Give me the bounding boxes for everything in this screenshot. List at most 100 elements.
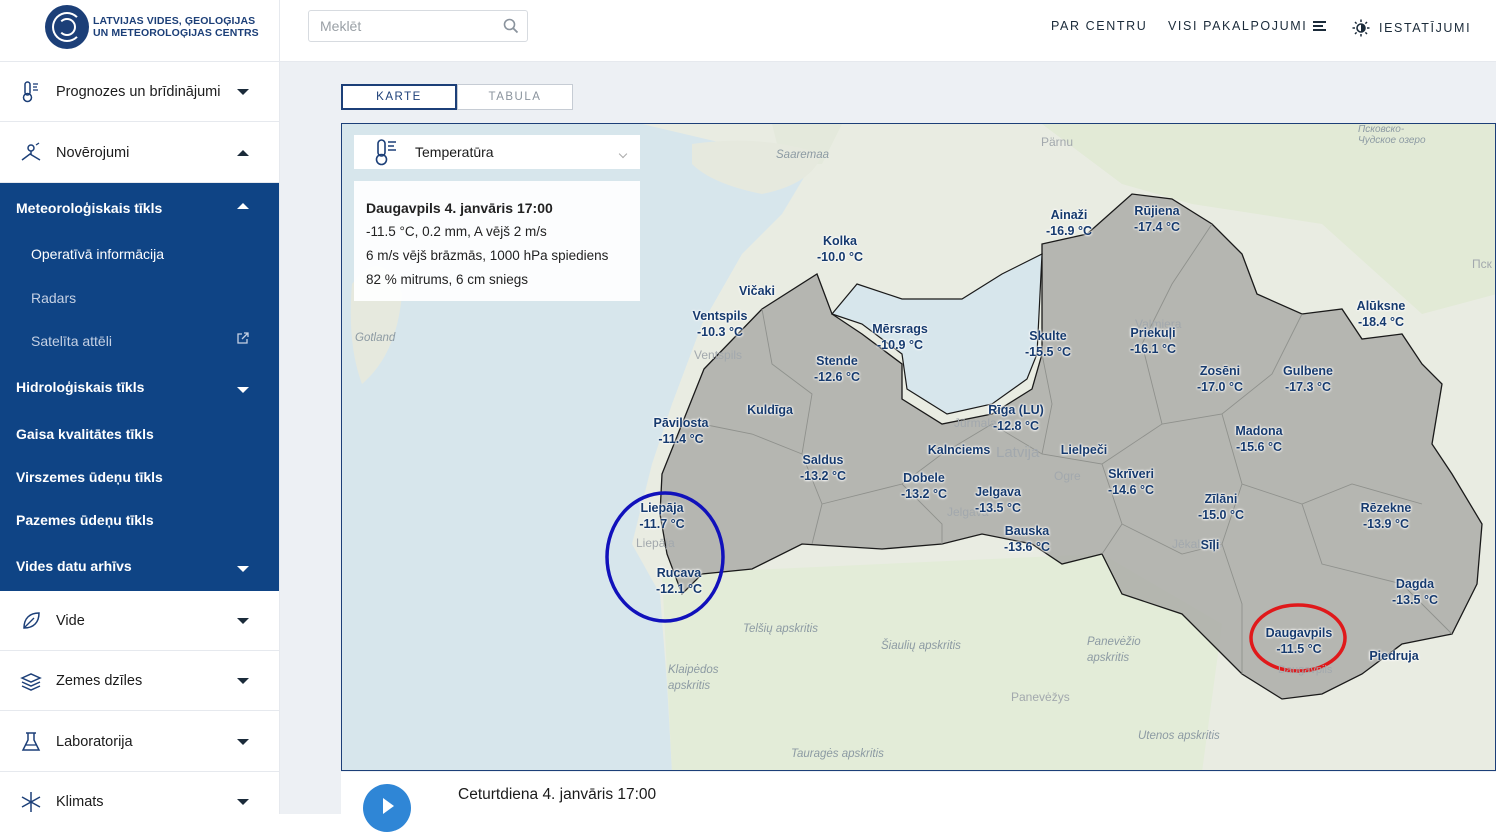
place-label-daugavpils: Daugavpils xyxy=(1278,664,1333,676)
search-icon[interactable] xyxy=(503,18,519,34)
sidebar-item-hydro-network[interactable]: Hidroloģiskais tīkls xyxy=(16,379,144,395)
sidebar-item-groundwater[interactable]: Pazemes ūdeņu tīkls xyxy=(16,512,154,528)
sidebar-item-archive[interactable]: Vides datu arhīvs xyxy=(16,558,132,574)
external-link-icon xyxy=(237,332,249,344)
chevron-down-icon[interactable] xyxy=(237,566,249,572)
station-jelgava[interactable]: Jelgava -13.5 °C xyxy=(975,484,1021,516)
logo-line-1: LATVIJAS VIDES, ĢEOLOĢIJAS xyxy=(93,15,256,27)
logo[interactable]: LATVIJAS VIDES, ĢEOLOĢIJAS UN METEOROLOĢ… xyxy=(45,5,293,49)
chevron-down-icon[interactable] xyxy=(237,617,249,624)
tab-table[interactable]: TABULA xyxy=(457,84,573,110)
station-gulbene[interactable]: Gulbene -17.3 °C xyxy=(1283,363,1333,395)
nav-services[interactable]: VISI PAKALPOJUMI xyxy=(1168,19,1327,33)
station-kolka[interactable]: Kolka -10.0 °C xyxy=(817,233,863,265)
place-label-siauliu: Šiaulių apskritis xyxy=(881,640,961,652)
timeline-label: Ceturtdiena 4. janvāris 17:00 xyxy=(458,786,657,803)
parameter-select[interactable]: Temperatūra xyxy=(354,135,640,169)
snowflake-icon xyxy=(21,792,41,812)
view-tabs: KARTE TABULA xyxy=(341,84,573,110)
sidebar-label-environment: Vide xyxy=(56,612,85,629)
sidebar-item-climate[interactable]: Klimats xyxy=(0,772,279,832)
weather-map[interactable]: Saaremaa Pärnu Псковско-Чудское озеро Go… xyxy=(341,123,1496,771)
chevron-up-icon[interactable] xyxy=(237,149,249,156)
sidebar-item-air-quality[interactable]: Gaisa kvalitātes tīkls xyxy=(16,426,154,442)
station-aluksne[interactable]: Alūksne -18.4 °C xyxy=(1357,298,1406,330)
station-piedruja[interactable]: Piedruja xyxy=(1369,648,1418,664)
place-label-ventspils: Ventspils xyxy=(694,348,743,362)
header: LATVIJAS VIDES, ĢEOLOĢIJAS UN METEOROLOĢ… xyxy=(0,0,1496,62)
chevron-down-icon[interactable] xyxy=(237,88,249,95)
thermometer-icon xyxy=(375,139,396,166)
sidebar-item-subsoil[interactable]: Zemes dzīles xyxy=(0,651,279,711)
play-button[interactable] xyxy=(363,784,411,832)
station-ventspils[interactable]: Ventspils -10.3 °C xyxy=(693,308,748,340)
sidebar-label-climate: Klimats xyxy=(56,794,104,810)
station-dobele[interactable]: Dobele -13.2 °C xyxy=(901,470,947,502)
sidebar-item-environment[interactable]: Vide xyxy=(0,591,279,651)
place-label-telsiu: Telšių apskritis xyxy=(743,623,818,635)
station-mersrags[interactable]: Mērsrags -10.9 °C xyxy=(872,321,928,353)
header-divider xyxy=(279,0,280,62)
chevron-down-icon[interactable] xyxy=(237,387,249,393)
chevron-down-icon[interactable] xyxy=(237,738,249,745)
station-rezekne[interactable]: Rēzekne -13.9 °C xyxy=(1361,500,1412,532)
station-lielpeci[interactable]: Lielpeči xyxy=(1061,442,1108,458)
station-zilani[interactable]: Zīlāni -15.0 °C xyxy=(1198,491,1244,523)
main-content: KARTE TABULA Saaremaa Pärnu Псковско-Чуд… xyxy=(280,62,1496,832)
sidebar-item-satellite[interactable]: Satelīta attēli xyxy=(31,333,112,349)
station-kalnciems[interactable]: Kalnciems xyxy=(928,442,991,458)
station-madona[interactable]: Madona -15.6 °C xyxy=(1235,423,1282,455)
leaf-icon xyxy=(23,611,40,629)
station-rujiena[interactable]: Rūjiena -17.4 °C xyxy=(1134,203,1180,235)
parameter-label: Temperatūra xyxy=(415,144,494,160)
place-label-ogre: Ogre xyxy=(1054,469,1081,483)
station-stende[interactable]: Stende -12.6 °C xyxy=(814,353,860,385)
station-zoseni[interactable]: Zosēni -17.0 °C xyxy=(1197,363,1243,395)
station-skulte[interactable]: Skulte -15.5 °C xyxy=(1025,328,1071,360)
chevron-up-icon[interactable] xyxy=(237,203,249,209)
nav-settings[interactable]: IESTATĪJUMI xyxy=(1352,19,1471,37)
tab-map[interactable]: KARTE xyxy=(341,84,457,110)
observation-icon xyxy=(21,141,41,161)
search-box[interactable] xyxy=(308,10,528,42)
station-saldus[interactable]: Saldus -13.2 °C xyxy=(800,452,846,484)
logo-line-2: UN METEOROLOĢIJAS CENTRS xyxy=(93,27,259,39)
station-priekuli[interactable]: Priekuļi -16.1 °C xyxy=(1130,325,1176,357)
station-pavilosta[interactable]: Pāvilosta -11.4 °C xyxy=(654,415,709,447)
chevron-down-icon[interactable] xyxy=(237,677,249,684)
sidebar-item-forecasts[interactable]: Prognozes un brīdinājumi xyxy=(0,62,279,122)
logo-text: LATVIJAS VIDES, ĢEOLOĢIJAS UN METEOROLOĢ… xyxy=(93,15,293,39)
station-liepaja[interactable]: Liepāja -11.7 °C xyxy=(639,500,684,532)
sidebar-label-subsoil: Zemes dzīles xyxy=(56,672,143,689)
station-ainazi[interactable]: Ainaži -16.9 °C xyxy=(1046,207,1092,239)
station-sili[interactable]: Sīļi xyxy=(1201,537,1220,553)
place-label-liepaja: Liepāja xyxy=(636,536,675,550)
place-label-panevezys: Panevėžys xyxy=(1011,690,1070,704)
station-vicaki[interactable]: Vičaki xyxy=(739,283,775,299)
place-label-klaipedos: Klaipėdos apskritis xyxy=(668,664,719,692)
station-kuldiga[interactable]: Kuldīga xyxy=(747,402,793,418)
layers-icon xyxy=(20,672,42,691)
sidebar: Prognozes un brīdinājumi Novērojumi Mete… xyxy=(0,62,280,814)
sidebar-label-observations: Novērojumi xyxy=(56,144,130,161)
sidebar-item-surface-water[interactable]: Virszemes ūdeņu tīkls xyxy=(16,469,163,485)
station-riga[interactable]: Rīga (LU) -12.8 °C xyxy=(988,402,1044,434)
sidebar-item-observations[interactable]: Novērojumi xyxy=(0,123,279,183)
sidebar-item-radars[interactable]: Radars xyxy=(31,290,76,306)
station-rucava[interactable]: Rucava -12.1 °C xyxy=(656,565,702,597)
station-daugavpils[interactable]: Daugavpils -11.5 °C xyxy=(1266,625,1333,657)
nav-about[interactable]: PAR CENTRU xyxy=(1051,19,1147,33)
station-info-box: Daugavpils 4. janvāris 17:00 -11.5 °C, 0… xyxy=(354,181,640,301)
search-input[interactable] xyxy=(320,11,500,41)
sidebar-item-laboratory[interactable]: Laboratorija xyxy=(0,712,279,772)
sidebar-label-laboratory: Laboratorija xyxy=(56,733,133,750)
place-label-panevezio: Panevėžio apskritis xyxy=(1087,636,1141,664)
chevron-down-icon[interactable] xyxy=(237,799,249,805)
station-skriveri[interactable]: Skrīveri -14.6 °C xyxy=(1108,466,1154,498)
sidebar-item-meteo-network[interactable]: Meteoroloģiskais tīkls xyxy=(16,200,162,216)
station-dagda[interactable]: Dagda -13.5 °C xyxy=(1392,576,1438,608)
logo-icon xyxy=(45,5,89,49)
station-bauska[interactable]: Bauska -13.6 °C xyxy=(1004,523,1050,555)
sidebar-item-operational-info[interactable]: Operatīvā informācija xyxy=(31,246,164,262)
thermometer-icon xyxy=(22,80,38,102)
